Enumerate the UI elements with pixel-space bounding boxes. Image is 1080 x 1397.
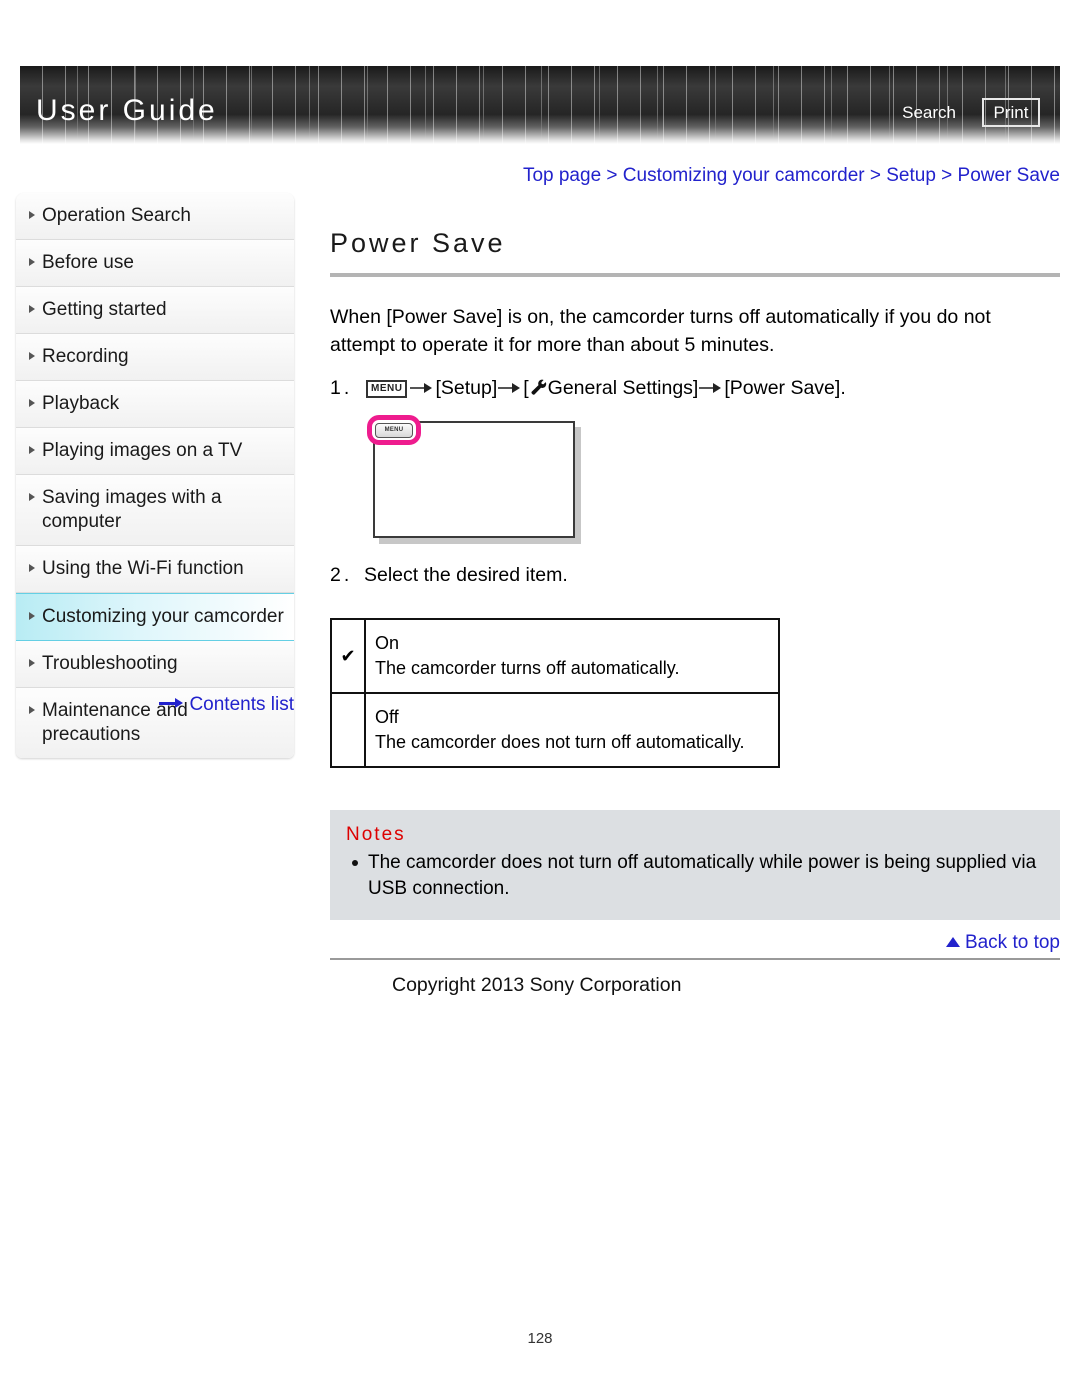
- sidebar-item-label: Recording: [42, 346, 129, 367]
- sidebar-item-label: Getting started: [42, 299, 167, 320]
- sidebar-item-label: Using the Wi-Fi function: [42, 558, 244, 579]
- sidebar-item-saving-images-with-a-computer[interactable]: Saving images with a computer: [16, 475, 294, 546]
- sidebar-item-label: Playback: [42, 393, 120, 414]
- sidebar-item-playing-images-on-a-tv[interactable]: Playing images on a TV: [16, 428, 294, 475]
- sidebar-item-label: Operation Search: [42, 205, 191, 226]
- illustration-menu-button[interactable]: MENU: [375, 422, 413, 438]
- step-1-power-save-label: [Power Save].: [724, 377, 846, 399]
- step-2: 2. Select the desired item.: [330, 560, 1060, 590]
- sidebar-item-recording[interactable]: Recording: [16, 334, 294, 381]
- site-title: User Guide: [36, 94, 218, 127]
- triangle-bullet-icon: [29, 399, 35, 407]
- step-1-bracket-open: [: [523, 377, 529, 399]
- intro-paragraph: When [Power Save] is on, the camcorder t…: [330, 306, 991, 356]
- arrow-right-icon: [698, 383, 724, 393]
- step-1-number: 1.: [330, 377, 353, 399]
- option-checkmark: ✔: [330, 618, 366, 694]
- sidebar-item-troubleshooting[interactable]: Troubleshooting: [16, 641, 294, 688]
- triangle-bullet-icon: [29, 305, 35, 313]
- triangle-bullet-icon: [29, 258, 35, 266]
- menu-highlight-box: MENU: [367, 415, 421, 445]
- triangle-bullet-icon: [29, 612, 35, 620]
- step-1-body: MENU [Setup] [ General Settings] [Power Save…: [364, 373, 1060, 405]
- triangle-bullet-icon: [29, 446, 35, 454]
- sidebar-item-label: Before use: [42, 252, 134, 273]
- option-name: Off: [375, 707, 399, 727]
- site-header: User Guide Search Print: [20, 66, 1060, 144]
- contents-list-label: Contents list: [189, 694, 294, 715]
- arrow-right-icon: [159, 698, 185, 708]
- sidebar-item-customizing-your-camcorder[interactable]: Customizing your camcorder: [16, 593, 294, 641]
- back-to-top-label: Back to top: [964, 932, 1060, 953]
- back-to-top-link[interactable]: Back to top: [330, 932, 1060, 954]
- triangle-bullet-icon: [29, 564, 35, 572]
- wrench-icon: [531, 375, 547, 405]
- sidebar-item-label: Saving images with a computer: [42, 487, 222, 532]
- sidebar-item-before-use[interactable]: Before use: [16, 240, 294, 287]
- main-content: Power Save When [Power Save] is on, the …: [330, 228, 1060, 997]
- breadcrumb[interactable]: Top page > Customizing your camcorder > …: [330, 165, 1060, 187]
- print-button[interactable]: Print: [982, 98, 1040, 127]
- triangle-up-icon: [945, 937, 960, 947]
- footer-divider: [330, 958, 1060, 960]
- menu-screen-illustration: MENU: [367, 415, 575, 538]
- contents-list-link[interactable]: Contents list: [16, 694, 294, 716]
- triangle-bullet-icon: [29, 493, 35, 501]
- step-2-number: 2.: [330, 564, 353, 586]
- triangle-bullet-icon: [29, 211, 35, 219]
- step-1-setup-label: [Setup]: [435, 377, 498, 399]
- copyright-text: Copyright 2013 Sony Corporation: [392, 974, 682, 996]
- sidebar-item-using-the-wifi-function[interactable]: Using the Wi-Fi function: [16, 546, 294, 593]
- options-table: ✔ On The camcorder turns off automatical…: [330, 618, 780, 768]
- sidebar-item-getting-started[interactable]: Getting started: [16, 287, 294, 334]
- option-cell: On The camcorder turns off automatically…: [364, 618, 780, 694]
- notes-title: Notes: [346, 824, 406, 845]
- step-1: 1. MENU [Setup] [ General Settings] [Power S…: [330, 373, 1060, 405]
- arrow-right-icon: [497, 383, 523, 393]
- sidebar-item-playback[interactable]: Playback: [16, 381, 294, 428]
- step-2-text: Select the desired item.: [364, 564, 568, 586]
- option-cell: Off The camcorder does not turn off auto…: [364, 692, 780, 768]
- arrow-right-icon: [409, 383, 435, 393]
- step-1-general-settings-label: General Settings]: [547, 377, 699, 399]
- option-checkmark: [330, 692, 366, 768]
- table-row[interactable]: Off The camcorder does not turn off auto…: [330, 692, 780, 768]
- notes-item: The camcorder does not turn off automati…: [346, 850, 1044, 902]
- triangle-bullet-icon: [29, 352, 35, 360]
- option-description: The camcorder turns off automatically.: [375, 658, 680, 678]
- sidebar-item-label: Customizing your camcorder: [42, 606, 284, 627]
- sidebar-item-label: Troubleshooting: [42, 653, 178, 674]
- notes-box: Notes The camcorder does not turn off au…: [330, 810, 1060, 920]
- page-number: 128: [527, 1330, 553, 1347]
- menu-button-icon: MENU: [366, 380, 408, 398]
- sidebar-item-operation-search[interactable]: Operation Search: [16, 193, 294, 240]
- option-name: On: [375, 633, 400, 653]
- search-button[interactable]: Search: [902, 103, 956, 123]
- option-description: The camcorder does not turn off automati…: [375, 732, 745, 752]
- sidebar-item-label: Playing images on a TV: [42, 440, 243, 461]
- table-row[interactable]: ✔ On The camcorder turns off automatical…: [330, 618, 780, 694]
- page-title: Power Save: [330, 228, 1060, 277]
- sidebar-nav: Operation Search Before use Getting star…: [16, 193, 294, 758]
- triangle-bullet-icon: [29, 659, 35, 667]
